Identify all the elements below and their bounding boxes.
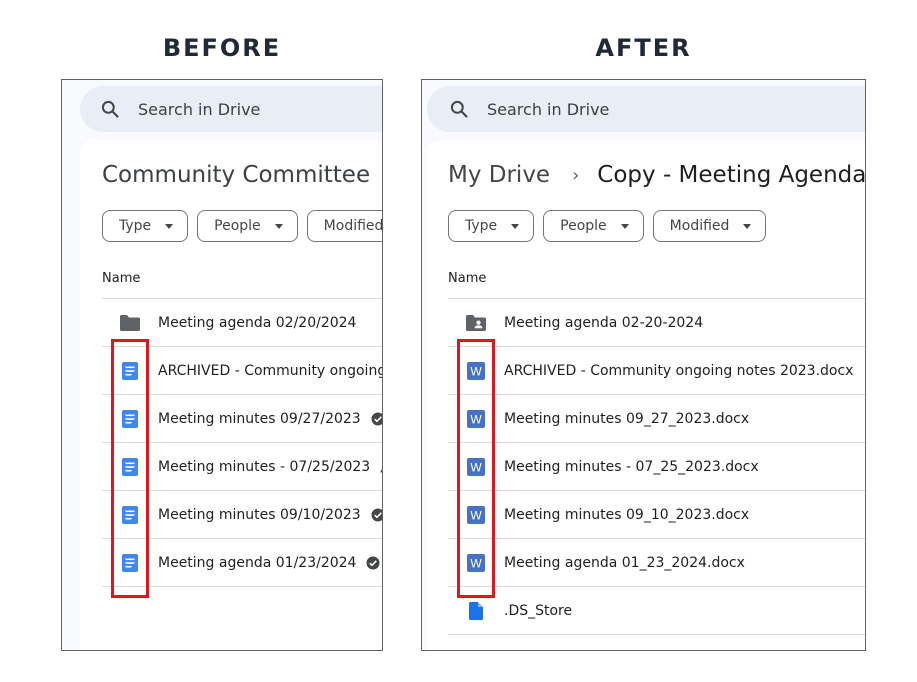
file-row[interactable]: W Meeting minutes 09_27_2023.docx bbox=[448, 395, 865, 443]
filter-chips: Type People Modified bbox=[102, 210, 383, 242]
caret-down-icon bbox=[743, 223, 752, 229]
word-doc-icon: W bbox=[467, 457, 485, 476]
approved-icon bbox=[371, 508, 382, 522]
before-heading: BEFORE bbox=[162, 34, 282, 62]
filter-modified-chip[interactable]: Modified bbox=[652, 210, 767, 242]
shared-folder-icon bbox=[466, 314, 486, 331]
filter-chips: Type People Modified bbox=[448, 210, 775, 242]
google-doc-icon bbox=[122, 505, 138, 524]
file-row[interactable]: W Meeting minutes 09_10_2023.docx bbox=[448, 491, 865, 539]
filter-type-chip[interactable]: Type bbox=[102, 210, 189, 242]
file-name: Meeting minutes 09/27/2023 bbox=[158, 410, 361, 427]
search-icon bbox=[450, 100, 468, 118]
word-doc-icon: W bbox=[467, 409, 485, 428]
file-name: Meeting agenda 02-20-2024 bbox=[504, 314, 704, 331]
after-screenshot-panel: Search in Drive My Drive › Copy - Meetin… bbox=[421, 79, 866, 651]
breadcrumb-my-drive[interactable]: My Drive bbox=[448, 162, 550, 188]
name-column-header[interactable]: Name bbox=[102, 271, 140, 286]
approved-icon bbox=[371, 412, 382, 426]
folder-icon bbox=[120, 314, 140, 331]
chip-label: Type bbox=[119, 218, 152, 234]
file-row[interactable]: Meeting agenda 02/20/2024 bbox=[102, 299, 382, 347]
folder-title: Community Committee bbox=[102, 162, 371, 188]
google-doc-icon bbox=[122, 553, 138, 572]
word-letter: W bbox=[470, 412, 482, 426]
breadcrumb-current-folder[interactable]: Copy - Meeting Agenda... bbox=[597, 162, 865, 188]
file-row[interactable]: W ARCHIVED - Community ongoing notes 202… bbox=[448, 347, 865, 395]
filter-type-chip[interactable]: Type bbox=[448, 210, 535, 242]
file-name: Meeting agenda 01/23/2024 bbox=[158, 554, 357, 571]
word-letter: W bbox=[470, 508, 482, 522]
file-name: ARCHIVED - Community ongoing n bbox=[158, 362, 383, 379]
file-icon bbox=[469, 601, 483, 620]
file-row[interactable]: Meeting minutes 09/27/2023 bbox=[102, 395, 382, 443]
file-name: Meeting agenda 02/20/2024 bbox=[158, 314, 357, 331]
file-row[interactable]: Meeting agenda 02-20-2024 bbox=[448, 299, 865, 347]
word-letter: W bbox=[470, 460, 482, 474]
file-name: Meeting agenda 01_23_2024.docx bbox=[504, 554, 745, 571]
word-letter: W bbox=[470, 556, 482, 570]
caret-down-icon bbox=[274, 223, 283, 229]
shared-icon bbox=[380, 461, 382, 473]
filter-modified-chip[interactable]: Modified bbox=[306, 210, 383, 242]
filter-people-chip[interactable]: People bbox=[543, 210, 644, 242]
word-doc-icon: W bbox=[467, 361, 485, 380]
file-list: Meeting agenda 02/20/2024 ARCHIVED - Com… bbox=[102, 299, 383, 587]
search-bar[interactable]: Search in Drive bbox=[80, 86, 382, 132]
chip-label: Modified bbox=[323, 218, 383, 234]
file-list-area: Community Committee × Type People Modifi… bbox=[80, 140, 383, 650]
name-column-header[interactable]: Name bbox=[448, 271, 486, 286]
filter-people-chip[interactable]: People bbox=[197, 210, 298, 242]
before-screenshot-panel: Search in Drive Community Committee × Ty… bbox=[61, 79, 383, 651]
file-list-area: My Drive › Copy - Meeting Agenda... Type… bbox=[427, 140, 865, 650]
file-name: Meeting minutes 09_10_2023.docx bbox=[504, 506, 750, 523]
caret-down-icon bbox=[511, 223, 520, 229]
google-doc-icon bbox=[122, 457, 138, 476]
search-bar[interactable]: Search in Drive bbox=[427, 86, 865, 132]
caret-down-icon bbox=[165, 223, 174, 229]
file-name: Meeting minutes - 07/25/2023 bbox=[158, 458, 371, 475]
word-doc-icon: W bbox=[467, 505, 485, 524]
search-placeholder: Search in Drive bbox=[138, 99, 261, 119]
file-name: Meeting minutes 09/10/2023 bbox=[158, 506, 361, 523]
file-row[interactable]: Meeting minutes 09/10/2023 bbox=[102, 491, 382, 539]
search-icon bbox=[101, 100, 119, 118]
chip-label: Modified bbox=[669, 218, 730, 234]
file-row[interactable]: W Meeting agenda 01_23_2024.docx bbox=[448, 539, 865, 587]
file-row[interactable]: Meeting minutes - 07/25/2023 bbox=[102, 443, 382, 491]
chip-label: People bbox=[214, 218, 261, 234]
google-doc-icon bbox=[122, 361, 138, 380]
word-letter: W bbox=[470, 364, 482, 378]
breadcrumb: My Drive › Copy - Meeting Agenda... bbox=[448, 162, 865, 188]
page-title: Community Committee × bbox=[102, 162, 382, 188]
chip-label: Type bbox=[465, 218, 498, 234]
file-name: Meeting minutes 09_27_2023.docx bbox=[504, 410, 750, 427]
file-name: Meeting minutes - 07_25_2023.docx bbox=[504, 458, 759, 475]
word-doc-icon: W bbox=[467, 553, 485, 572]
file-name: .DS_Store bbox=[504, 602, 573, 619]
file-list: Meeting agenda 02-20-2024 W ARCHIVED - C… bbox=[448, 299, 865, 635]
file-row[interactable]: Meeting agenda 01/23/2024 bbox=[102, 539, 382, 587]
google-doc-icon bbox=[122, 409, 138, 428]
file-row[interactable]: .DS_Store bbox=[448, 587, 865, 635]
chip-label: People bbox=[560, 218, 607, 234]
after-heading: AFTER bbox=[595, 34, 692, 62]
file-row[interactable]: ARCHIVED - Community ongoing n bbox=[102, 347, 383, 395]
chevron-right-icon: › bbox=[572, 164, 580, 186]
file-row[interactable]: W Meeting minutes - 07_25_2023.docx bbox=[448, 443, 865, 491]
approved-icon bbox=[366, 556, 380, 570]
search-placeholder: Search in Drive bbox=[487, 99, 610, 119]
file-name: ARCHIVED - Community ongoing notes 2023.… bbox=[504, 362, 854, 379]
caret-down-icon bbox=[620, 223, 629, 229]
